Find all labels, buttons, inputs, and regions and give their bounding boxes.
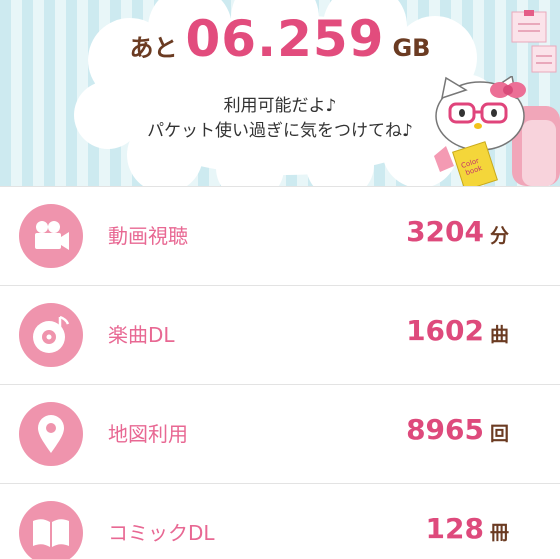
comic-icon-circle — [19, 501, 83, 559]
message-line-2: パケット使い過ぎに気をつけてね♪ — [147, 121, 413, 141]
row-unit: 冊 — [490, 522, 510, 544]
video-icon-circle — [19, 204, 83, 268]
list-item-video-viewing[interactable]: 動画視聴 3204 分 — [0, 186, 560, 284]
list-item-comic-download[interactable]: コミックDL 128 冊 — [0, 483, 560, 559]
memo-notes-icon — [511, 10, 557, 73]
cat-mascot-illustration: Color book — [434, 76, 560, 186]
row-label: 楽曲DL — [108, 323, 175, 347]
row-label: 動画視聴 — [108, 224, 188, 248]
data-remaining-header: あと 06.259 GB 利用可能だよ♪ パケット使い過ぎに気をつけてね♪ Co… — [0, 0, 560, 186]
row-value: 8965 — [406, 413, 484, 446]
row-unit: 曲 — [490, 324, 510, 346]
remaining-data-unit: GB — [392, 34, 431, 62]
message-line-1: 利用可能だよ♪ — [223, 96, 337, 116]
remaining-prefix: あと — [129, 34, 178, 62]
list-item-map-usage[interactable]: 地図利用 8965 回 — [0, 384, 560, 482]
row-label: 地図利用 — [108, 422, 188, 446]
row-label: コミックDL — [108, 521, 215, 545]
row-value: 1602 — [406, 314, 484, 347]
row-value: 3204 — [406, 215, 484, 248]
music-disc-icon — [33, 315, 70, 353]
list-item-music-download[interactable]: 楽曲DL 1602 曲 — [0, 285, 560, 383]
map-pin-icon — [38, 415, 64, 453]
remaining-data-line: あと 06.259 GB — [100, 10, 460, 80]
row-unit: 分 — [490, 225, 510, 247]
map-icon-circle — [19, 402, 83, 466]
open-book-icon — [33, 519, 69, 547]
music-icon-circle — [19, 303, 83, 367]
remaining-data-value: 06.259 — [185, 10, 385, 68]
row-unit: 回 — [490, 423, 510, 445]
row-value: 128 — [425, 512, 484, 545]
video-camera-icon — [35, 221, 69, 250]
